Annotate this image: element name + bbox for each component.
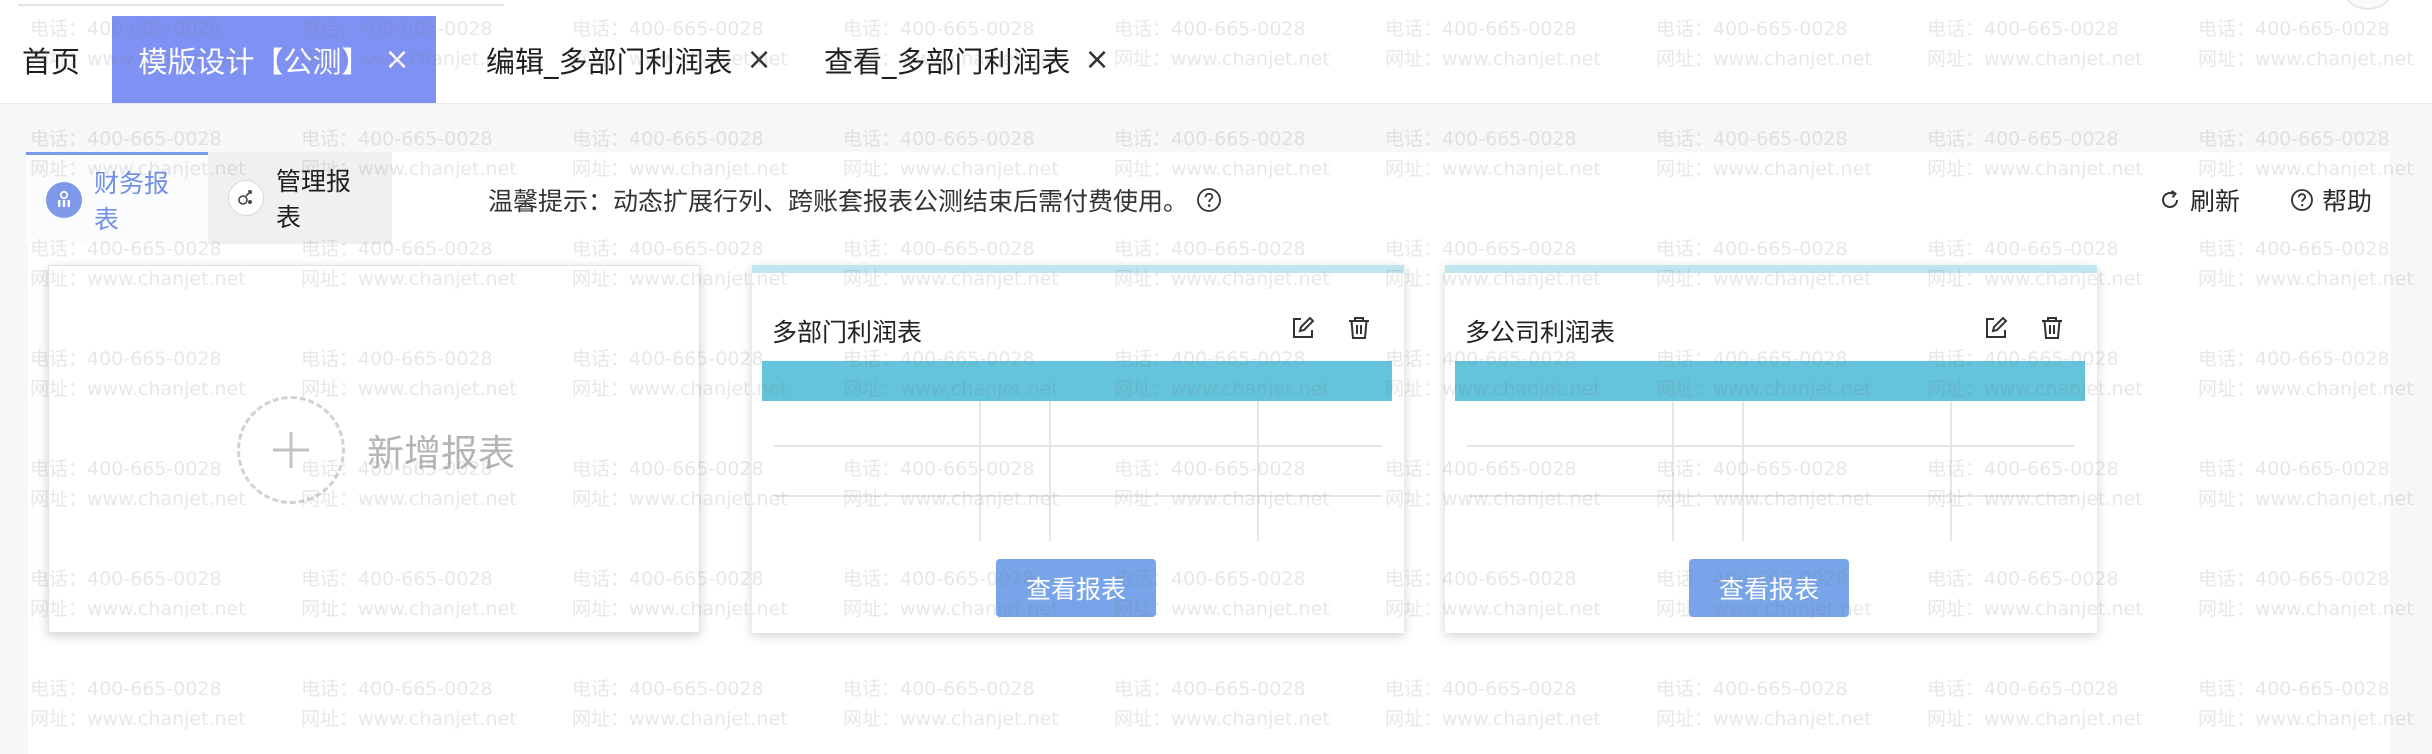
refresh-label: 刷新	[2190, 187, 2241, 216]
report-preview-header	[1455, 361, 2085, 401]
watermark-phone: 电话：400-665-0028	[30, 128, 222, 150]
watermark-phone: 电话：400-665-0028	[1927, 128, 2119, 150]
add-report-button[interactable]: 新增报表	[237, 396, 515, 504]
watermark-phone: 电话：400-665-0028	[1385, 128, 1577, 150]
refresh-icon	[2162, 190, 2178, 208]
tab-bar: 首页 模版设计【公测】 × 编辑_多部门利润表 × 查看_多部门利润表 ×	[0, 0, 2432, 104]
help-icon	[2291, 189, 2313, 211]
edit-icon[interactable]	[1981, 313, 2011, 343]
plus-icon	[237, 396, 345, 504]
tab-manage-report-label: 管理报表	[276, 167, 352, 232]
help-button[interactable]: 帮助	[2290, 180, 2372, 220]
notice-message: 温馨提示：动态扩展行列、跨账套报表公测结束后需付费使用。	[488, 180, 1222, 220]
report-preview-grid	[774, 401, 1382, 541]
report-type-tabs: 财务报表 管理报表	[26, 152, 392, 244]
watermark-phone: 电话：400-665-0028	[572, 128, 764, 150]
edit-icon[interactable]	[1288, 313, 1318, 343]
tab-finance-report-label: 财务报表	[94, 168, 170, 234]
add-report-card[interactable]: 新增报表	[48, 265, 700, 633]
close-icon[interactable]: ×	[747, 44, 772, 75]
close-icon[interactable]: ×	[384, 44, 409, 75]
tab-template-design[interactable]: 模版设计【公测】 ×	[112, 16, 436, 103]
report-card-title: 多公司利润表	[1465, 318, 1616, 347]
report-preview-grid	[1467, 401, 2075, 541]
tab-view-report[interactable]: 查看_多部门利润表 ×	[824, 16, 1110, 103]
tab-view-report-label: 查看_多部门利润表	[824, 44, 1071, 79]
watermark-phone: 电话：400-665-0028	[1114, 128, 1306, 150]
view-report-button[interactable]: 查看报表	[1689, 559, 1849, 617]
close-icon[interactable]: ×	[1085, 44, 1110, 75]
watermark-phone: 电话：400-665-0028	[2198, 128, 2390, 150]
tab-manage-report[interactable]: 管理报表	[208, 152, 392, 244]
question-circle-icon[interactable]	[1196, 187, 1222, 213]
manage-report-icon	[228, 180, 264, 216]
tab-edit-report[interactable]: 编辑_多部门利润表 ×	[486, 16, 772, 103]
watermark-phone: 电话：400-665-0028	[1656, 128, 1848, 150]
report-card: 多公司利润表 查看报表	[1445, 265, 2097, 633]
add-report-label: 新增报表	[367, 432, 515, 475]
tab-bar-divider	[18, 0, 504, 6]
tab-finance-report[interactable]: 财务报表	[26, 152, 208, 244]
view-report-button[interactable]: 查看报表	[996, 559, 1156, 617]
tab-edit-report-label: 编辑_多部门利润表	[486, 44, 733, 79]
tab-home-label: 首页	[22, 44, 81, 79]
report-card-title: 多部门利润表	[772, 318, 923, 347]
finance-report-icon	[46, 181, 82, 218]
notice-text: 温馨提示：动态扩展行列、跨账套报表公测结束后需付费使用。	[488, 187, 1189, 216]
avatar[interactable]	[2344, 0, 2392, 10]
trash-icon[interactable]	[1344, 313, 1374, 343]
tab-template-design-label: 模版设计【公测】	[138, 44, 371, 79]
refresh-button[interactable]: 刷新	[2158, 180, 2240, 220]
help-label: 帮助	[2322, 187, 2373, 216]
report-card: 多部门利润表 查看报表	[752, 265, 1404, 633]
tab-home[interactable]: 首页	[22, 16, 80, 103]
report-preview-header	[762, 361, 1392, 401]
watermark-phone: 电话：400-665-0028	[301, 128, 493, 150]
watermark-phone: 电话：400-665-0028	[843, 128, 1035, 150]
trash-icon[interactable]	[2037, 313, 2067, 343]
